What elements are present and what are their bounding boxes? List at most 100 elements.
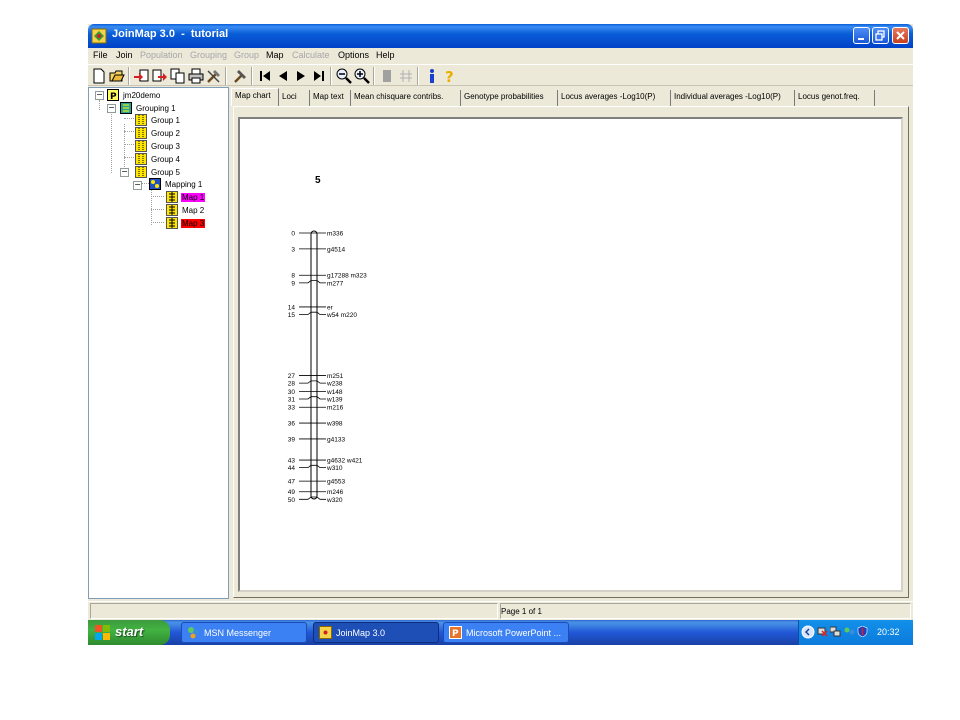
locus-position: 44 — [288, 465, 296, 472]
tab-individual-averages[interactable]: Individual averages -Log10(P) — [671, 90, 795, 106]
zoom-in-button[interactable] — [353, 67, 371, 85]
locus-position: 39 — [288, 436, 296, 443]
group-icon — [135, 114, 147, 126]
map-icon — [166, 191, 178, 203]
new-button[interactable] — [90, 67, 108, 85]
menu-calculate[interactable]: Calculate — [292, 50, 330, 60]
collapse-toggle[interactable]: − — [120, 168, 129, 177]
info-button[interactable] — [423, 67, 441, 85]
close-button[interactable] — [892, 27, 909, 44]
toolbar-separator — [128, 67, 130, 85]
title-bar[interactable]: JoinMap 3.0 - tutorial — [88, 24, 913, 48]
tools-button[interactable] — [205, 67, 223, 85]
msn-messenger-tray-icon[interactable] — [844, 626, 855, 637]
svg-text:?: ? — [445, 68, 454, 85]
menu-population[interactable]: Population — [140, 50, 183, 60]
tree-node-grouping[interactable]: Grouping 1 — [120, 102, 177, 114]
tree-connector — [151, 189, 152, 225]
taskbar: start MSN Messenger JoinMap 3.0 P Micros… — [88, 620, 913, 645]
security-shield-icon[interactable] — [857, 626, 868, 637]
tree-node-project[interactable]: P jm20demo — [107, 89, 161, 101]
menu-map[interactable]: Map — [266, 50, 284, 60]
tools-icon — [207, 70, 220, 83]
minimize-icon — [858, 38, 864, 40]
tree-node-map-2[interactable]: Map 2 — [166, 204, 205, 216]
help-button[interactable]: ? — [441, 67, 459, 86]
print-button[interactable] — [187, 67, 205, 85]
open-button[interactable] — [108, 67, 126, 85]
print-icon — [188, 68, 204, 84]
tab-loci[interactable]: Loci — [279, 90, 310, 106]
menu-bar: File Join Population Grouping Group Map … — [88, 48, 913, 64]
import-icon — [134, 69, 149, 82]
tab-genotype-probabilities[interactable]: Genotype probabilities — [461, 90, 558, 106]
restore-icon — [875, 30, 885, 41]
taskbar-msn-messenger[interactable]: MSN Messenger — [181, 622, 307, 643]
toolbar-separator — [330, 67, 332, 85]
menu-group[interactable]: Group — [234, 50, 259, 60]
taskbar-joinmap[interactable]: JoinMap 3.0 — [313, 622, 439, 643]
menu-join[interactable]: Join — [116, 50, 133, 60]
app-window: JoinMap 3.0 - tutorial File Join Populat… — [88, 24, 913, 645]
start-button[interactable]: start — [88, 620, 170, 645]
grid-button[interactable] — [397, 67, 415, 85]
tab-mean-chisquare[interactable]: Mean chisquare contribs. — [351, 90, 461, 106]
map-icon — [166, 217, 178, 229]
locus-name: w310 — [326, 465, 343, 472]
tab-locus-averages[interactable]: Locus averages -Log10(P) — [558, 90, 671, 106]
copy-button[interactable] — [169, 67, 187, 85]
collapse-toggle[interactable]: − — [107, 104, 116, 113]
tree-node-map-3[interactable]: Map 3 — [166, 217, 206, 229]
status-pane-right: Page 1 of 1 — [500, 603, 911, 619]
menu-options[interactable]: Options — [338, 50, 369, 60]
menu-grouping[interactable]: Grouping — [190, 50, 227, 60]
import-button[interactable] — [133, 67, 151, 85]
tab-locus-genot-freq[interactable]: Locus genot.freq. — [795, 90, 875, 106]
previous-button[interactable] — [274, 67, 292, 85]
first-button[interactable] — [256, 67, 274, 85]
locus-name: m251 — [327, 373, 344, 380]
collapse-toggle[interactable]: − — [95, 91, 104, 100]
menu-help[interactable]: Help — [376, 50, 395, 60]
restore-button[interactable] — [872, 27, 889, 44]
minimize-button[interactable] — [853, 27, 870, 44]
network-disconnected-icon[interactable] — [817, 626, 828, 637]
taskbar-powerpoint[interactable]: P Microsoft PowerPoint ... — [443, 622, 569, 643]
tree-node-group-4[interactable]: Group 4 — [135, 153, 181, 165]
export-button[interactable] — [151, 67, 169, 85]
network-icon[interactable] — [830, 626, 841, 637]
last-button[interactable] — [310, 67, 328, 85]
locus-position: 28 — [288, 381, 296, 388]
svg-text:P: P — [452, 629, 459, 639]
project-icon: P — [107, 89, 119, 101]
locus-position: 43 — [288, 458, 296, 465]
toolbar-separator — [373, 67, 375, 85]
tree-node-group-3[interactable]: Group 3 — [135, 140, 181, 152]
tree-node-group-5[interactable]: Group 5 — [135, 166, 181, 178]
hammer-button[interactable] — [231, 67, 249, 85]
tab-map-text[interactable]: Map text — [310, 90, 351, 106]
fill-button[interactable] — [378, 67, 396, 85]
tree-node-map-1[interactable]: Map 1 — [166, 191, 206, 203]
show-hidden-icons-icon[interactable] — [801, 625, 815, 639]
grouping-icon — [120, 102, 132, 114]
next-button[interactable] — [292, 67, 310, 85]
zoom-out-icon — [336, 68, 352, 84]
tree-connector — [151, 209, 164, 210]
locus-name: w139 — [326, 397, 343, 404]
collapse-toggle[interactable]: − — [133, 181, 142, 190]
tree-node-group-2[interactable]: Group 2 — [135, 127, 181, 139]
tab-map-chart[interactable]: Map chart — [231, 88, 279, 106]
locus-name: w54 m220 — [326, 312, 357, 319]
tree-node-mapping[interactable]: Mapping 1 — [149, 178, 203, 190]
zoom-out-button[interactable] — [335, 67, 353, 85]
map-chart-panel: 5 0 m336 3 g4514 8 g17288 m323 9 m277 14 er 15 w54 m… — [233, 106, 909, 598]
menu-file[interactable]: File — [93, 50, 108, 60]
locus-position: 49 — [288, 489, 296, 496]
tree-node-group-1[interactable]: Group 1 — [135, 114, 181, 126]
new-icon — [93, 68, 105, 84]
hammer-icon — [234, 70, 246, 83]
project-tree: − P jm20demo − Grouping 1 Group 1 Group … — [88, 87, 229, 599]
chart-canvas[interactable]: 5 0 m336 3 g4514 8 g17288 m323 9 m277 14 er 15 w54 m… — [238, 117, 903, 592]
tab-strip: Map chart Loci Map text Mean chisquare c… — [231, 88, 911, 106]
